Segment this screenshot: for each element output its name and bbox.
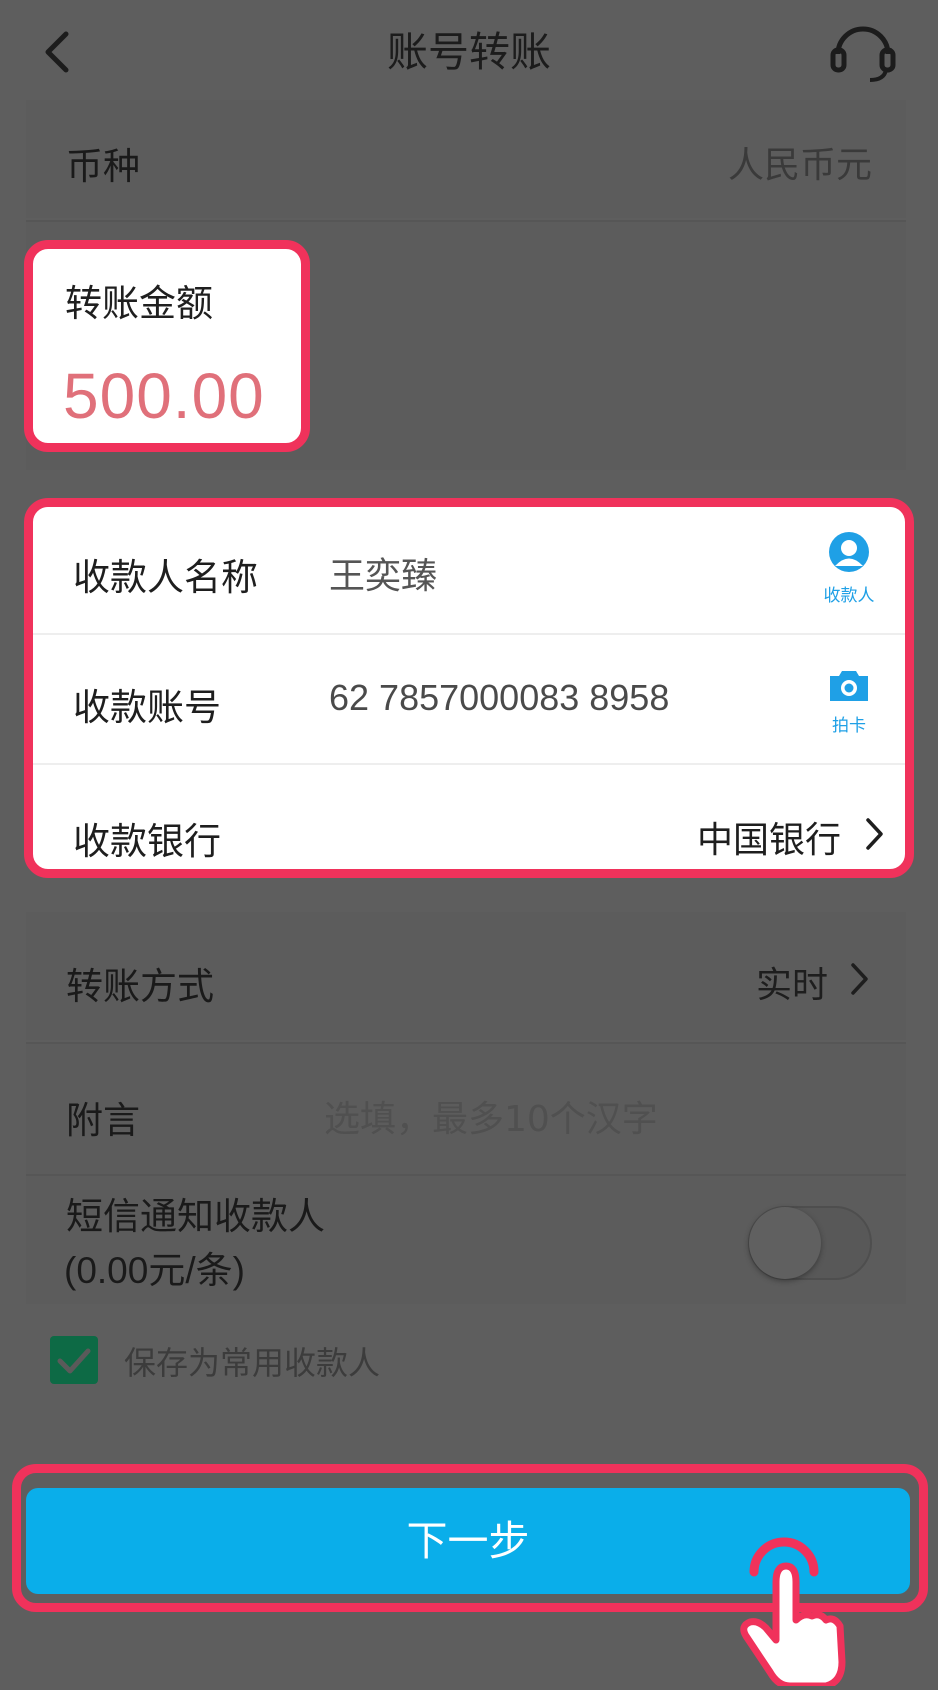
chevron-right-icon [865, 817, 885, 851]
sms-notify-row: 短信通知收款人 (0.00元/条) [26, 1176, 906, 1304]
save-payee-label: 保存为常用收款人 [124, 1344, 381, 1382]
transfer-method-label: 转账方式 [66, 965, 214, 1008]
payee-bank-value: 中国银行 [696, 820, 841, 861]
checkmark-icon [57, 1348, 91, 1374]
payee-contacts-label: 收款人 [823, 586, 875, 606]
payee-bank-selector[interactable]: 中国银行 [533, 803, 893, 863]
toggle-knob [749, 1207, 821, 1279]
save-payee-checkbox[interactable] [50, 1336, 98, 1384]
payee-card: 收款人名称 王奕臻 收款人 收款账号 62 7857000083 8958 拍卡… [24, 498, 914, 878]
currency-value: 人民币元 [727, 145, 872, 186]
payee-account-label: 收款账号 [73, 686, 221, 729]
person-icon [828, 531, 870, 573]
memo-row: 附言 选填，最多10个汉字 [26, 1044, 906, 1174]
scan-card-button[interactable]: 拍卡 [817, 665, 881, 745]
sms-notify-toggle[interactable] [748, 1206, 872, 1280]
transfer-method-row[interactable]: 转账方式 实时 [26, 912, 906, 1040]
chevron-right-icon [850, 962, 870, 996]
sms-notify-fee: (0.00元/条) [64, 1250, 245, 1291]
currency-row: 币种 人民币元 [26, 100, 906, 218]
scan-card-label: 拍卡 [832, 716, 866, 736]
memo-label: 附言 [66, 1099, 140, 1142]
currency-label: 币种 [66, 145, 140, 188]
transfer-method-value: 实时 [755, 965, 828, 1006]
amount-highlight-box[interactable]: 转账金额 500.00 [24, 240, 310, 452]
payee-account-input[interactable]: 62 7857000083 8958 [329, 677, 669, 719]
payee-name-label: 收款人名称 [73, 556, 258, 599]
amount-label: 转账金额 [65, 282, 213, 325]
amount-value[interactable]: 500.00 [63, 359, 265, 433]
customer-service-icon[interactable] [828, 20, 898, 84]
payee-contacts-button[interactable]: 收款人 [817, 531, 881, 611]
page-title: 账号转账 [387, 28, 551, 76]
divider [33, 633, 905, 635]
tap-hand-icon [734, 1532, 854, 1690]
divider [33, 763, 905, 765]
payee-bank-label: 收款银行 [73, 820, 221, 863]
sms-notify-label: 短信通知收款人 [66, 1195, 325, 1238]
payee-name-input[interactable]: 王奕臻 [329, 547, 437, 599]
camera-icon [828, 669, 870, 703]
memo-input[interactable]: 选填，最多10个汉字 [324, 1090, 658, 1142]
